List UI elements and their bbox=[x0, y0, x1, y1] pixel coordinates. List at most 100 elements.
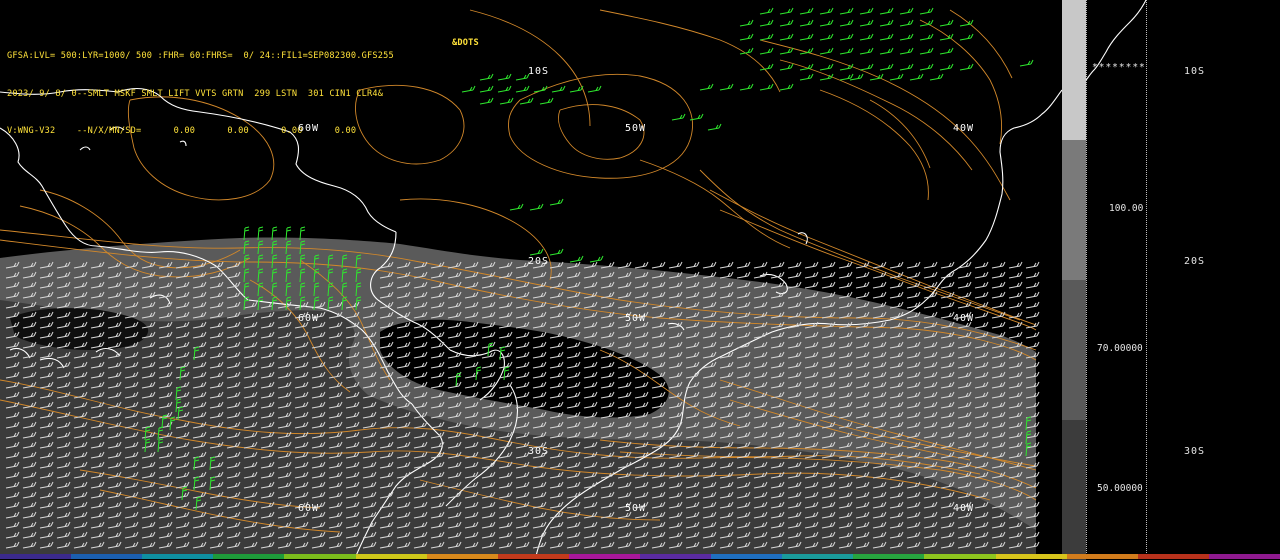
wind-barb bbox=[1008, 261, 1023, 269]
color-scale-segment bbox=[1062, 280, 1086, 420]
side-lat-10s: 10S bbox=[1184, 66, 1206, 77]
side-lat-20s: 20S bbox=[1184, 256, 1206, 267]
wind-barb bbox=[497, 73, 512, 81]
wind-barb bbox=[799, 19, 814, 27]
wind-barb bbox=[839, 47, 854, 55]
wind-barb bbox=[821, 281, 836, 289]
wind-barb bbox=[839, 73, 854, 81]
wind-barb bbox=[499, 97, 514, 105]
lon-label-60w-1: 60W bbox=[298, 123, 320, 134]
wind-barb bbox=[529, 203, 544, 211]
wind-barb bbox=[759, 83, 774, 91]
wind-barb bbox=[804, 261, 819, 269]
header-line-1: GFSA:LVL= 500:LYR=1000/ 500 :FHR= 60:FHR… bbox=[7, 51, 394, 61]
wind-barb bbox=[923, 261, 938, 269]
side-panel: ******** 100.00 70.00000 50.00000 10S 20… bbox=[1086, 0, 1280, 559]
wind-barb bbox=[906, 261, 921, 269]
contour-line bbox=[819, 89, 929, 201]
wind-barb bbox=[859, 47, 874, 55]
wind-barb bbox=[549, 248, 564, 256]
strip-segment bbox=[1137, 554, 1209, 559]
wind-barb bbox=[821, 261, 836, 269]
wind-barb bbox=[787, 261, 802, 269]
wind-barb bbox=[759, 63, 774, 71]
lon-label-60w-2: 60W bbox=[298, 313, 320, 324]
strip-segment bbox=[497, 554, 569, 559]
wind-barb bbox=[569, 85, 584, 93]
wind-barb bbox=[1008, 291, 1023, 299]
wind-barb bbox=[929, 73, 944, 81]
wind-barb bbox=[939, 47, 954, 55]
strip-segment bbox=[142, 554, 214, 559]
contour-line bbox=[869, 99, 931, 169]
wind-barb bbox=[634, 261, 649, 269]
wind-barb bbox=[859, 7, 874, 15]
wind-barb bbox=[702, 261, 717, 269]
wind-barb bbox=[919, 47, 934, 55]
wind-barb bbox=[889, 281, 904, 289]
wind-barb bbox=[736, 261, 751, 269]
strip-segment bbox=[1066, 554, 1138, 559]
wind-barb bbox=[974, 261, 989, 269]
strip-segment bbox=[355, 554, 427, 559]
wind-barb bbox=[1008, 301, 1023, 309]
wind-barb bbox=[855, 291, 870, 299]
wind-barb bbox=[1025, 331, 1040, 339]
wind-barb bbox=[479, 85, 494, 93]
wind-barb bbox=[539, 97, 554, 105]
wind-barb bbox=[991, 291, 1006, 299]
wind-barb bbox=[859, 19, 874, 27]
strip-segment bbox=[568, 554, 640, 559]
header-line-3: V:WNG-V32 --N/X/MN/SD= 0.00 0.00 0.00 0.… bbox=[7, 126, 357, 136]
map-header: GFSA:LVL= 500:LYR=1000/ 500 :FHR= 60:FHR… bbox=[7, 25, 479, 175]
wind-barb bbox=[1008, 281, 1023, 289]
wind-barb bbox=[779, 19, 794, 27]
lon-label-50w-3: 50W bbox=[625, 503, 647, 514]
wind-barb bbox=[957, 301, 972, 309]
bottom-color-strip bbox=[0, 554, 1280, 559]
contour-line bbox=[639, 159, 791, 249]
wind-barb bbox=[991, 271, 1006, 279]
wind-barb bbox=[879, 19, 894, 27]
wind-barb bbox=[759, 47, 774, 55]
lon-label-40w-2: 40W bbox=[953, 313, 975, 324]
wind-barb bbox=[759, 19, 774, 27]
lon-label-50w-2: 50W bbox=[625, 313, 647, 324]
wind-barb bbox=[668, 261, 683, 269]
wind-barb bbox=[779, 7, 794, 15]
asterisk-marker: ******** bbox=[1092, 62, 1146, 73]
wind-barb bbox=[940, 301, 955, 309]
strip-segment bbox=[639, 554, 712, 559]
wind-barb bbox=[497, 85, 512, 93]
lat-label-20s: 20S bbox=[528, 256, 550, 267]
scale-value-50: 50.00000 bbox=[1097, 483, 1143, 494]
wind-barb bbox=[974, 291, 989, 299]
wind-barb bbox=[753, 261, 768, 269]
wind-barb bbox=[799, 73, 814, 81]
scale-value-100: 100.00 bbox=[1109, 203, 1144, 214]
wind-barb bbox=[1025, 271, 1040, 279]
color-scale-segment bbox=[1062, 0, 1086, 140]
wind-barb bbox=[685, 261, 700, 269]
wind-barb bbox=[859, 63, 874, 71]
wind-barb bbox=[923, 301, 938, 309]
wind-barb bbox=[939, 19, 954, 27]
wind-barb bbox=[899, 47, 914, 55]
wind-barb bbox=[461, 85, 476, 93]
wind-barb bbox=[515, 85, 530, 93]
wind-barb bbox=[1025, 301, 1040, 309]
wind-barb bbox=[974, 321, 989, 329]
wind-barb bbox=[699, 83, 714, 91]
lon-label-60w-3: 60W bbox=[298, 503, 320, 514]
wind-barb bbox=[957, 281, 972, 289]
strip-segment bbox=[71, 554, 143, 559]
strip-segment bbox=[1208, 554, 1280, 559]
wind-barb bbox=[799, 7, 814, 15]
wind-barb bbox=[787, 271, 802, 279]
wind-barb bbox=[779, 33, 794, 41]
strip-segment bbox=[284, 554, 356, 559]
wind-barb bbox=[889, 291, 904, 299]
wind-barb bbox=[879, 7, 894, 15]
wind-barb bbox=[719, 83, 734, 91]
wind-barb bbox=[919, 7, 934, 15]
